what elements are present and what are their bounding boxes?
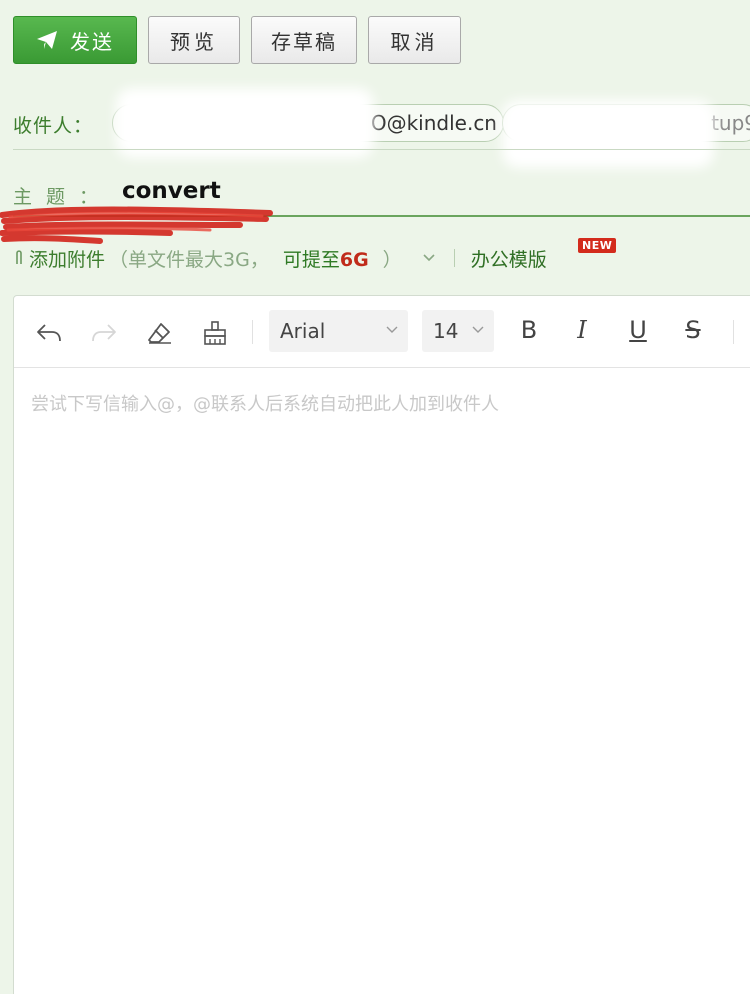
eraser-icon[interactable] [145,318,175,348]
attachment-row: 添加附件 （单文件最大3G， 可提至6G ） 办公模版 [13,243,547,273]
strikethrough-button[interactable]: S [678,316,708,344]
subject-input[interactable]: convert [122,178,221,204]
chevron-down-icon [386,326,398,333]
font-size-select[interactable]: 14 [422,310,494,352]
divider [13,149,750,150]
italic-button[interactable]: I [567,316,597,344]
attachment-limit-text: （单文件最大3G， [109,248,269,271]
upgrade-text: 可提至 [282,248,340,271]
save-draft-button[interactable]: 存草稿 [251,16,357,64]
undo-icon[interactable] [34,318,64,348]
new-badge: NEW [578,238,617,253]
recipient-chip-text: tup9 [711,111,750,135]
action-bar: 发送 预览 存草稿 取消 [13,16,461,64]
upgrade-link[interactable]: 可提至6G [283,245,369,272]
message-editor: Arial 14 B I U S 尝试下写信输入@，@联系人后系统自动把此人加到… [13,295,750,994]
add-attachment-link[interactable]: 添加附件 [29,245,105,272]
bold-button[interactable]: B [514,316,544,344]
office-template-link[interactable]: 办公模版 [471,245,547,272]
recipients-label: 收件人： [13,115,94,137]
redo-icon[interactable] [89,318,119,348]
send-button[interactable]: 发送 [13,16,137,64]
underline-button[interactable]: U [623,316,653,344]
attachment-limit-close: ） [382,248,402,271]
font-size-value: 14 [433,319,459,343]
paper-plane-icon [37,31,57,49]
cancel-button[interactable]: 取消 [368,16,461,64]
recipient-chip-text: O@kindle.cn [370,111,497,135]
toolbar-divider [252,320,253,344]
chevron-down-icon [472,326,484,333]
toolbar-divider [733,320,734,344]
preview-button[interactable]: 预览 [148,16,240,64]
upgrade-size: 6G [339,248,369,271]
editor-placeholder[interactable]: 尝试下写信输入@，@联系人后系统自动把此人加到收件人 [31,390,499,416]
paperclip-icon [16,250,22,264]
font-family-value: Arial [280,319,326,343]
chevron-down-icon[interactable] [422,253,436,263]
divider [453,249,455,267]
font-family-select[interactable]: Arial [269,310,408,352]
format-painter-icon[interactable] [200,318,230,348]
redaction-mask [502,100,714,168]
redaction-mask [116,88,374,158]
send-label: 发送 [70,29,114,54]
editor-toolbar: Arial 14 B I U S [14,296,750,368]
